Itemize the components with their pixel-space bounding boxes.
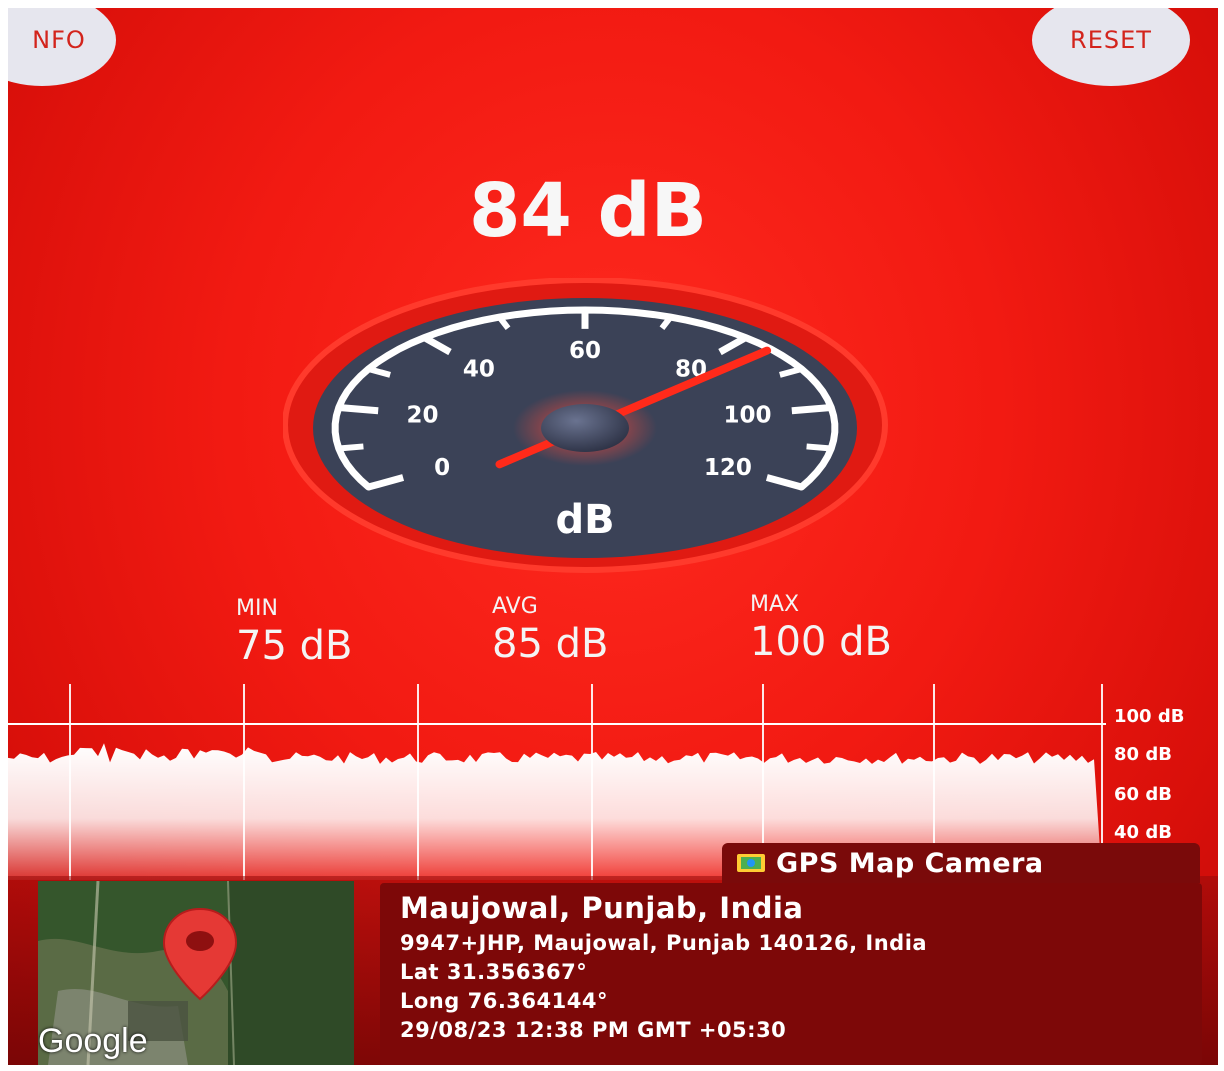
- gauge-tick-label: 20: [406, 402, 438, 428]
- gps-map-camera-badge: GPS Map Camera: [722, 843, 1200, 883]
- gauge-tick: [791, 404, 832, 415]
- stat-min-label: MIN: [236, 596, 278, 621]
- graph-ylabel-60: 60 dB: [1114, 784, 1172, 805]
- location-latitude: Lat 31.356367°: [400, 960, 588, 984]
- gauge-tick-label: 0: [434, 455, 450, 481]
- reset-button-label: RESET: [1070, 26, 1152, 54]
- info-button[interactable]: NFO: [8, 8, 116, 86]
- map-camera-icon: [737, 854, 765, 872]
- gauge-tick: [338, 404, 379, 415]
- gauge-tick: [338, 443, 364, 452]
- decibel-gauge: 020406080100120 dB: [283, 278, 888, 573]
- stat-avg-label: AVG: [492, 594, 538, 619]
- location-datetime: 29/08/23 12:38 PM GMT +05:30: [400, 1018, 787, 1042]
- sound-meter-screen: NFO RESET 84 dB 0 20 40 60 80 100 120 dB MIN 7…: [8, 8, 1218, 1065]
- gauge-tick-label: 120: [704, 455, 752, 481]
- stat-avg-value: 85 dB: [492, 621, 609, 667]
- map-thumbnail: Google: [38, 881, 354, 1065]
- stat-min: MIN 75 dB: [236, 596, 352, 669]
- gauge-tick: [806, 443, 832, 452]
- location-place: Maujowal, Punjab, India: [400, 891, 804, 925]
- gauge-hub: [541, 404, 629, 452]
- graph-ylabel-40: 40 dB: [1114, 822, 1172, 843]
- stat-avg: AVG 85 dB: [492, 594, 608, 667]
- gauge-tick-label: 60: [569, 338, 601, 364]
- stat-max-label: MAX: [750, 592, 800, 617]
- gauge-tick-label: 100: [723, 402, 771, 428]
- current-reading: 84 dB: [468, 168, 708, 254]
- location-longitude: Long 76.364144°: [400, 989, 608, 1013]
- location-address: 9947+JHP, Maujowal, Punjab 140126, India: [400, 931, 928, 955]
- graph-ylabel-100: 100 dB: [1114, 706, 1185, 727]
- info-button-label: NFO: [32, 26, 86, 54]
- gauge-unit-label: dB: [555, 497, 614, 543]
- stat-max: MAX 100 dB: [750, 592, 892, 665]
- map-logo: Google: [38, 1022, 148, 1060]
- location-info-card: Maujowal, Punjab, India 9947+JHP, Maujow…: [380, 883, 1202, 1065]
- stat-max-value: 100 dB: [750, 619, 892, 665]
- gauge-tick-label: 40: [463, 356, 495, 382]
- graph-ylabel-80: 80 dB: [1114, 744, 1172, 765]
- reset-button[interactable]: RESET: [1032, 8, 1190, 86]
- gps-badge-text: GPS Map Camera: [776, 847, 1044, 879]
- stat-min-value: 75 dB: [236, 623, 353, 669]
